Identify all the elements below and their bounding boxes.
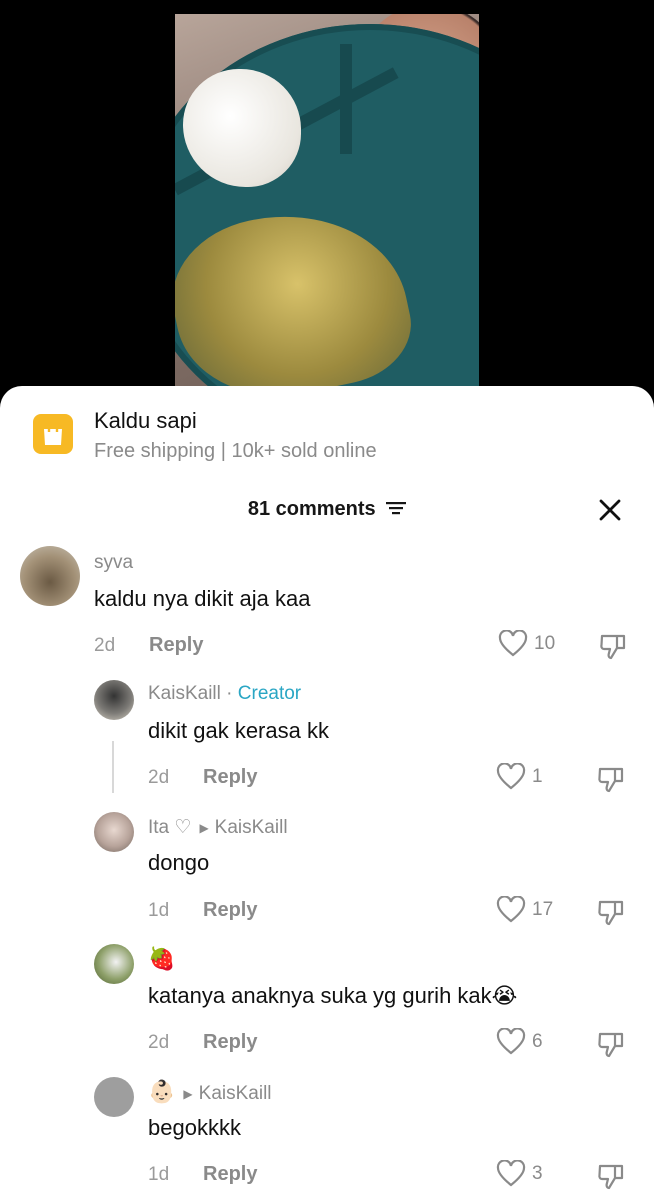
comment-username[interactable]: 🍓 xyxy=(148,946,175,972)
heart-icon xyxy=(496,762,526,790)
like-count: 6 xyxy=(532,1031,543,1052)
dislike-icon[interactable] xyxy=(598,631,628,661)
product-name: Kaldu sapi xyxy=(94,408,197,433)
product-subtitle: Free shipping | 10k+ sold online xyxy=(94,440,377,462)
sort-filter-icon[interactable] xyxy=(386,500,407,521)
like-count: 17 xyxy=(532,899,554,920)
username-separator: · xyxy=(220,683,238,704)
comment-text: katanya anaknya suka yg gurih kak😭 xyxy=(148,983,518,1008)
comment-time: 1d xyxy=(148,1164,170,1185)
comment-username: Ita ♡ ▶ KaisKaill xyxy=(148,816,288,839)
comments-sheet: Kaldu sapi Free shipping | 10k+ sold onl… xyxy=(0,386,654,1199)
comments-count: 81 comments xyxy=(247,498,376,520)
comment-username[interactable]: syva xyxy=(94,552,133,574)
like-count: 3 xyxy=(532,1163,543,1184)
avatar[interactable] xyxy=(94,1077,134,1117)
avatar[interactable] xyxy=(20,546,80,606)
avatar[interactable] xyxy=(94,944,134,984)
username-text[interactable]: 👶🏻 xyxy=(148,1079,175,1104)
like-count: 1 xyxy=(532,766,543,787)
reply-button[interactable]: Reply xyxy=(203,899,257,922)
avatar[interactable] xyxy=(94,680,134,720)
like-button[interactable]: 3 xyxy=(496,1159,543,1190)
comment-text: begokkkk xyxy=(148,1115,241,1140)
video-frame xyxy=(175,14,479,394)
comment-time: 1d xyxy=(148,900,170,921)
comment-time: 2d xyxy=(94,635,116,656)
video-player[interactable] xyxy=(0,0,654,400)
dislike-icon[interactable] xyxy=(596,764,626,794)
like-button[interactable]: 6 xyxy=(496,1027,543,1058)
username-text[interactable]: KaisKaill xyxy=(148,683,221,704)
heart-icon xyxy=(498,629,528,657)
heart-icon xyxy=(496,1027,526,1055)
comments-header: 81 comments xyxy=(0,498,654,528)
reply-button[interactable]: Reply xyxy=(149,634,203,657)
plate-divider xyxy=(340,44,352,154)
reply-button[interactable]: Reply xyxy=(203,1163,257,1186)
dislike-icon[interactable] xyxy=(596,1029,626,1059)
dislike-icon[interactable] xyxy=(596,1161,626,1191)
reply-arrow-icon: ▶ xyxy=(199,820,209,835)
dislike-icon[interactable] xyxy=(596,897,626,927)
like-button[interactable]: 17 xyxy=(496,895,553,926)
reply-to-user[interactable]: KaisKaill xyxy=(215,817,288,838)
like-count: 10 xyxy=(534,633,556,654)
comment-text: dongo xyxy=(148,850,210,875)
thread-line xyxy=(112,741,114,793)
comment-time: 2d xyxy=(148,767,170,788)
comment-text: kaldu nya dikit aja kaa xyxy=(94,586,311,611)
product-banner[interactable]: Kaldu sapi Free shipping | 10k+ sold onl… xyxy=(0,386,654,476)
creator-badge: Creator xyxy=(237,683,302,704)
reply-button[interactable]: Reply xyxy=(203,766,257,789)
reply-button[interactable]: Reply xyxy=(203,1031,257,1054)
like-button[interactable]: 10 xyxy=(498,629,555,660)
username-text[interactable]: Ita ♡ xyxy=(148,817,191,838)
reply-to-user[interactable]: KaisKaill xyxy=(199,1083,272,1104)
heart-icon xyxy=(496,895,526,923)
shopping-bag-icon xyxy=(33,414,73,454)
comment-username: KaisKaill · Creator xyxy=(148,683,301,705)
comment-time: 2d xyxy=(148,1032,170,1053)
heart-icon xyxy=(496,1159,526,1187)
like-button[interactable]: 1 xyxy=(496,762,543,793)
comment-text: dikit gak kerasa kk xyxy=(148,718,329,743)
comment-username: 👶🏻 ▶ KaisKaill xyxy=(148,1079,272,1105)
reply-arrow-icon: ▶ xyxy=(183,1086,193,1101)
close-icon[interactable] xyxy=(596,496,624,524)
avatar[interactable] xyxy=(94,812,134,852)
